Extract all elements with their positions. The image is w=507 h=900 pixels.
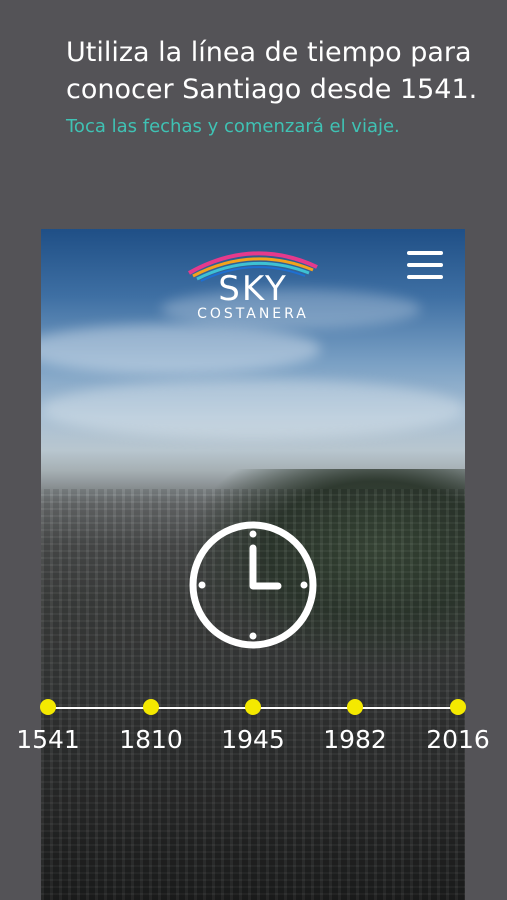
timeline-dot[interactable] (245, 699, 261, 715)
intro: Utiliza la línea de tiempo para conocer … (66, 34, 486, 137)
sky-haze (41, 379, 465, 439)
timeline-item-1982[interactable]: 1982 (310, 698, 400, 754)
clock-icon[interactable] (188, 520, 318, 650)
hamburger-menu-icon[interactable] (407, 251, 443, 281)
timeline: 1541 1810 1945 1982 2016 (0, 698, 507, 768)
app-screen: SKY COSTANERA (41, 229, 465, 900)
logo-subtitle: COSTANERA (197, 306, 309, 322)
timeline-year-label[interactable]: 1945 (208, 725, 298, 754)
timeline-dot[interactable] (143, 699, 159, 715)
timeline-year-label[interactable]: 1810 (106, 725, 196, 754)
timeline-item-2016[interactable]: 2016 (413, 698, 503, 754)
sky-cloud (41, 324, 321, 374)
timeline-item-1945[interactable]: 1945 (208, 698, 298, 754)
logo-word: SKY (218, 269, 288, 309)
timeline-item-1810[interactable]: 1810 (106, 698, 196, 754)
timeline-dot[interactable] (40, 699, 56, 715)
intro-subtitle: Toca las fechas y comenzará el viaje. (66, 116, 400, 137)
intro-title: Utiliza la línea de tiempo para conocer … (66, 37, 478, 105)
timeline-year-label[interactable]: 1541 (3, 725, 93, 754)
timeline-year-label[interactable]: 2016 (413, 725, 503, 754)
timeline-year-label[interactable]: 1982 (310, 725, 400, 754)
timeline-dot[interactable] (450, 699, 466, 715)
timeline-dot[interactable] (347, 699, 363, 715)
timeline-item-1541[interactable]: 1541 (3, 698, 93, 754)
sky-costanera-logo: SKY COSTANERA (185, 243, 321, 323)
